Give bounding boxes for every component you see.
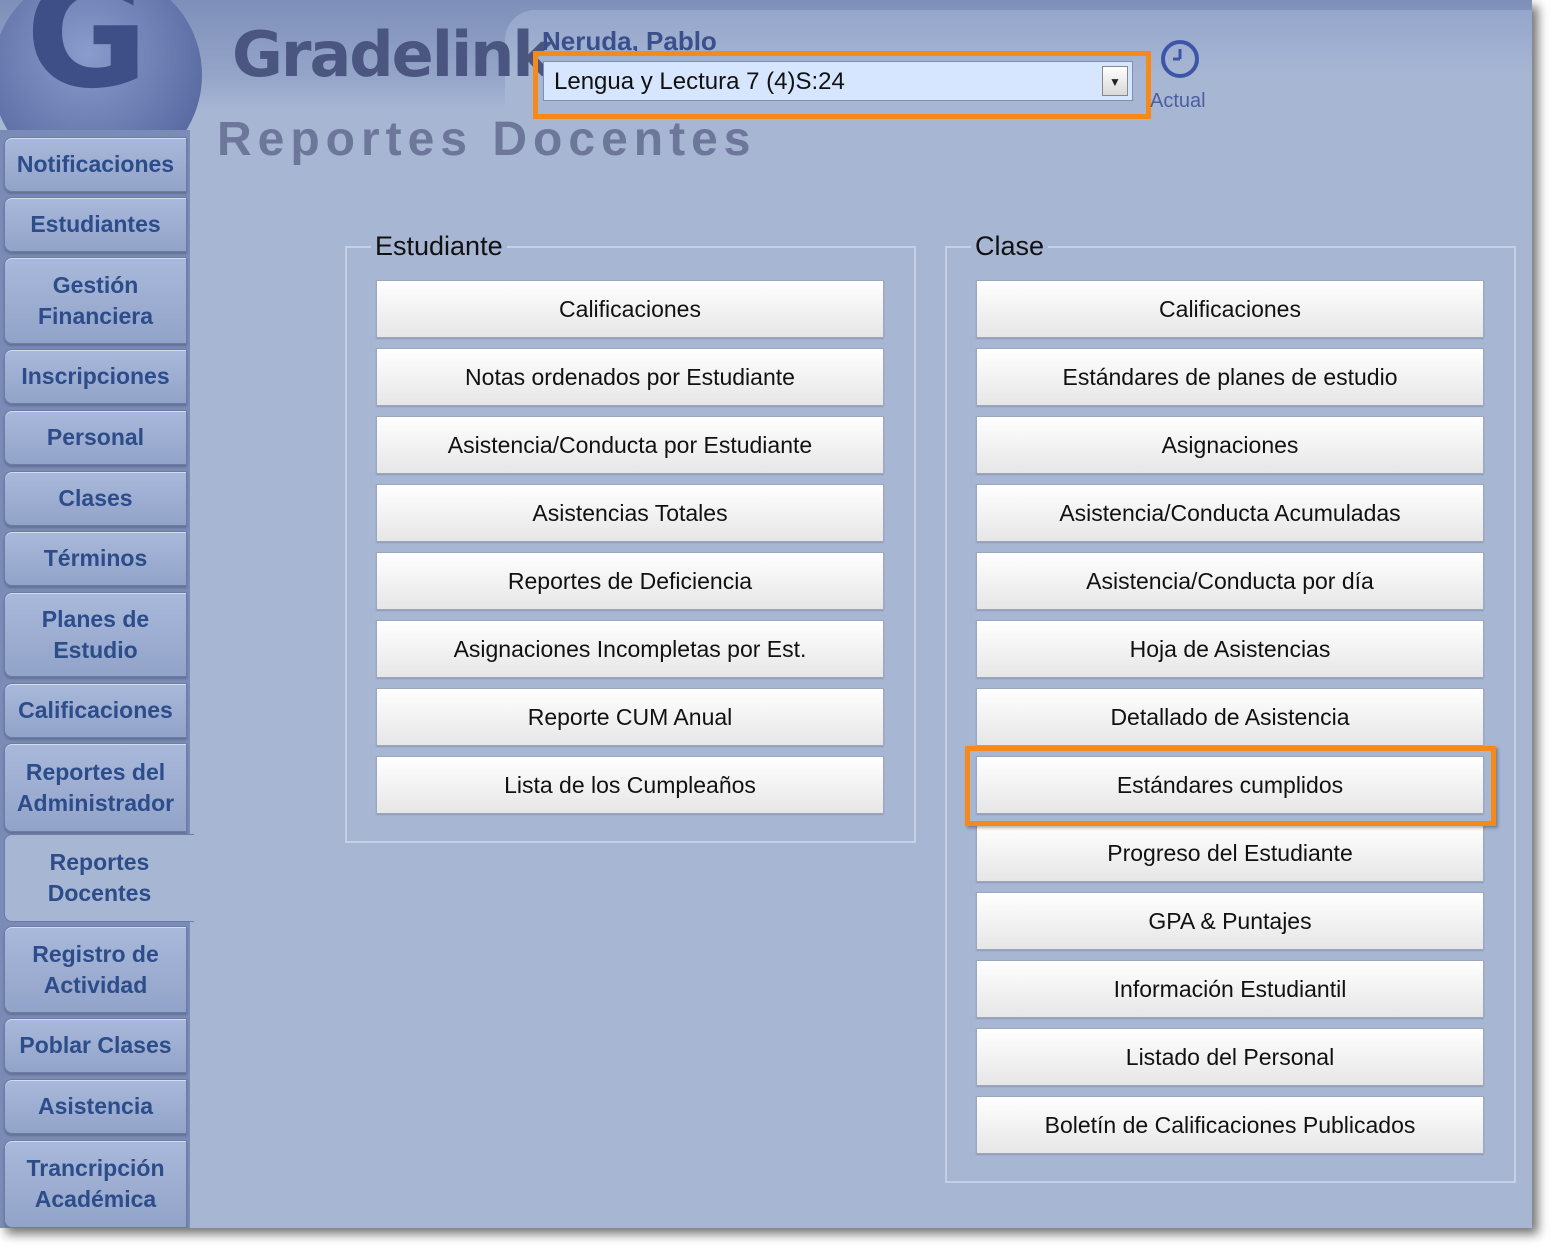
logo-g-glyph: G [25,0,149,122]
class-report-estandares-de-planes-de-estudio-button[interactable]: Estándares de planes de estudio [976,348,1484,406]
sidebar-item-label: Notificaciones [16,151,175,177]
student-report-lista-de-los-cumpleanos-button[interactable]: Lista de los Cumpleaños [376,756,884,814]
gradelink-window: G Gradelink Neruda, Pablo Lengua y Lectu… [0,0,1532,1228]
sidebar-item-calificaciones[interactable]: Calificaciones [4,683,187,738]
class-group-legend: Clase [971,231,1049,261]
student-report-asignaciones-incompletas-por-est-button[interactable]: Asignaciones Incompletas por Est. [376,620,884,678]
current-link[interactable]: Actual [1150,90,1206,113]
sidebar-item-gestion-financiera[interactable]: Gestión Financiera [4,257,187,344]
class-report-progreso-del-estudiante-button[interactable]: Progreso del Estudiante [976,824,1484,882]
class-report-detallado-de-asistencia-button[interactable]: Detallado de Asistencia [976,688,1484,746]
class-report-calificaciones-button[interactable]: Calificaciones [976,280,1484,338]
student-report-asistencias-totales-button[interactable]: Asistencias Totales [376,484,884,542]
sidebar-item-trancripcion-academica[interactable]: Trancripción Académica [4,1140,187,1228]
class-report-listado-del-personal-button[interactable]: Listado del Personal [976,1028,1484,1086]
class-report-informacion-estudiantil-button[interactable]: Información Estudiantil [976,960,1484,1018]
student-report-asistencia-conducta-por-estudiante-button[interactable]: Asistencia/Conducta por Estudiante [376,416,884,474]
sidebar-item-personal[interactable]: Personal [4,410,187,465]
class-report-asignaciones-button[interactable]: Asignaciones [976,416,1484,474]
sidebar-item-label: Poblar Clases [19,1032,172,1058]
page-title: Reportes Docentes [217,113,757,166]
sidebar-item-notificaciones[interactable]: Notificaciones [4,137,187,192]
sidebar-item-registro-de-actividad[interactable]: Registro de Actividad [4,926,187,1013]
sidebar-item-label: Asistencia [37,1093,154,1119]
student-group-legend: Estudiante [371,231,507,261]
selected-report-highlight [965,746,1496,826]
sidebar-item-terminos[interactable]: Términos [4,531,187,586]
sidebar-item-label: Personal [46,424,145,450]
sidebar-item-reportes-docentes[interactable]: Reportes Docentes [4,834,194,922]
class-select-value: Lengua y Lectura 7 (4)S:24 [554,68,845,95]
sidebar-item-poblar-clases[interactable]: Poblar Clases [4,1018,187,1073]
student-report-notas-ordenados-por-estudiante-button[interactable]: Notas ordenados por Estudiante [376,348,884,406]
student-report-reporte-cum-anual-button[interactable]: Reporte CUM Anual [376,688,884,746]
clock-icon[interactable] [1159,38,1201,85]
class-report-hoja-de-asistencias-button[interactable]: Hoja de Asistencias [976,620,1484,678]
sidebar-item-reportes-del-administrador[interactable]: Reportes del Administrador [4,743,187,832]
sidebar-item-estudiantes[interactable]: Estudiantes [4,197,187,252]
sidebar-item-inscripciones[interactable]: Inscripciones [4,349,187,404]
chevron-down-icon[interactable]: ▼ [1102,66,1128,96]
sidebar-item-asistencia[interactable]: Asistencia [4,1079,187,1134]
sidebar-item-label: Términos [43,545,148,571]
class-report-asistencia-conducta-acumuladas-button[interactable]: Asistencia/Conducta Acumuladas [976,484,1484,542]
sidebar-item-label: Reportes Docentes [47,849,152,906]
sidebar-item-clases[interactable]: Clases [4,471,187,526]
sidebar-item-label: Inscripciones [21,363,170,389]
class-select[interactable]: Lengua y Lectura 7 (4)S:24 ▼ [543,61,1133,101]
sidebar-item-planes-de-estudio[interactable]: Planes de Estudio [4,592,187,677]
brand-name: Gradelink [232,18,554,91]
student-report-reportes-de-deficiencia-button[interactable]: Reportes de Deficiencia [376,552,884,610]
sidebar-item-label: Trancripción Académica [26,1155,165,1212]
sidebar-item-label: Gestión Financiera [37,271,154,329]
sidebar-item-label: Reportes del Administrador [16,758,175,816]
sidebar-item-label: Planes de Estudio [41,605,150,663]
student-report-calificaciones-button[interactable]: Calificaciones [376,280,884,338]
sidebar-item-label: Registro de Actividad [32,940,159,998]
sidebar-item-label: Clases [58,485,133,511]
class-report-asistencia-conducta-por-dia-button[interactable]: Asistencia/Conducta por día [976,552,1484,610]
sidebar-item-label: Estudiantes [30,211,161,237]
class-report-boletin-de-calificaciones-publicados-button[interactable]: Boletín de Calificaciones Publicados [976,1096,1484,1154]
class-report-gpa-puntajes-button[interactable]: GPA & Puntajes [976,892,1484,950]
sidebar-item-label: Calificaciones [18,697,173,723]
